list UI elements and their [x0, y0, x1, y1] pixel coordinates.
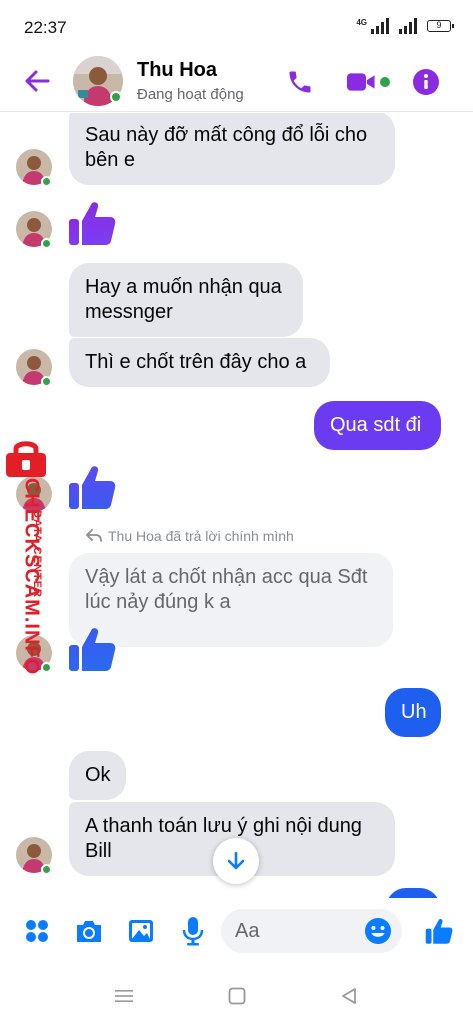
status-icons: 4G 9 — [356, 18, 454, 34]
composer-bar — [0, 898, 473, 968]
like-icon — [425, 919, 453, 944]
status-bar: 22:37 4G 9 — [0, 0, 473, 54]
home-icon — [228, 987, 246, 1005]
message-incoming[interactable]: Thì e chốt trên đây cho a — [69, 338, 330, 387]
scroll-to-bottom-button[interactable] — [213, 838, 259, 884]
like-icon — [69, 202, 116, 245]
contact-name[interactable]: Thu Hoa — [137, 59, 217, 82]
message-outgoing[interactable]: Qua sdt đi — [314, 401, 441, 450]
emoji-icon — [365, 918, 391, 944]
camera-button[interactable] — [73, 915, 105, 947]
back-arrow-icon — [25, 70, 50, 92]
message-incoming[interactable]: Sau này đỡ mất công đổ lỗi cho bên e — [69, 113, 395, 185]
video-online-dot — [380, 77, 390, 87]
status-time: 22:37 — [24, 18, 67, 37]
online-indicator — [41, 176, 52, 187]
call-button[interactable] — [284, 66, 316, 98]
message-input-wrapper — [221, 909, 402, 953]
message-incoming[interactable]: Hay a muốn nhận qua messnger — [69, 263, 303, 337]
signal-icon-2 — [399, 18, 417, 34]
like-message[interactable] — [66, 623, 118, 675]
online-indicator — [41, 864, 52, 875]
message-outgoing-partial[interactable] — [386, 888, 440, 898]
gallery-button[interactable] — [125, 915, 157, 947]
back-nav-button[interactable] — [337, 984, 361, 1008]
signal-icon: 4G — [356, 18, 389, 34]
video-icon — [346, 73, 375, 91]
message-input[interactable] — [235, 909, 355, 953]
back-nav-icon — [342, 988, 356, 1004]
like-message[interactable] — [66, 197, 118, 249]
message-outgoing[interactable]: Uh — [385, 688, 441, 737]
reply-arrow-icon — [86, 529, 102, 542]
message-incoming[interactable]: Ok — [69, 751, 126, 800]
like-message[interactable] — [66, 461, 118, 513]
like-icon — [69, 466, 116, 509]
recent-apps-button[interactable] — [112, 984, 136, 1008]
info-button[interactable] — [410, 66, 442, 98]
chevron-down-icon — [227, 851, 245, 870]
reply-indicator: Thu Hoa đã trả lời chính mình — [86, 528, 294, 544]
message-list[interactable]: Sau này đỡ mất công đổ lỗi cho bên e Hay… — [0, 113, 473, 898]
camera-icon — [77, 921, 101, 942]
online-indicator — [41, 376, 52, 387]
send-like-button[interactable] — [423, 915, 455, 947]
battery-icon: 9 — [427, 20, 454, 32]
watermark: DATA CENTER CHECKSCAM.INFO — [2, 438, 48, 675]
mic-icon — [182, 917, 204, 946]
like-icon — [69, 628, 116, 671]
phone-icon — [289, 71, 311, 93]
image-icon — [129, 920, 153, 942]
online-indicator — [110, 91, 122, 103]
voice-button[interactable] — [177, 915, 209, 947]
online-indicator — [41, 238, 52, 249]
apps-button[interactable] — [21, 915, 53, 947]
home-button[interactable] — [225, 984, 249, 1008]
watermark-text: CHECKSCAM.INFO — [20, 477, 43, 676]
contact-status: Đang hoạt động — [137, 86, 244, 103]
video-call-button[interactable] — [346, 66, 390, 98]
reply-label-text: Thu Hoa đã trả lời chính mình — [108, 528, 294, 544]
chat-header: Thu Hoa Đang hoạt động — [0, 54, 473, 112]
info-icon — [413, 69, 439, 95]
apps-icon — [26, 920, 48, 942]
back-button[interactable] — [22, 66, 52, 96]
network-type: 4G — [356, 18, 367, 27]
system-nav-bar — [0, 968, 473, 1024]
menu-icon — [115, 990, 133, 1002]
emoji-button[interactable] — [364, 917, 392, 945]
